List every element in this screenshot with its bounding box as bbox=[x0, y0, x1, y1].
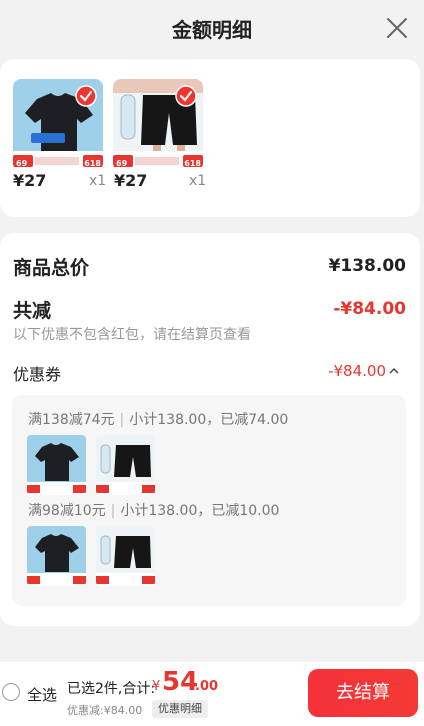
total-amount: 54 bbox=[162, 667, 199, 697]
discount-detail-button[interactable]: 优惠明细 bbox=[152, 700, 208, 718]
badge-sale: 618 bbox=[84, 159, 101, 168]
coupon-rule-row: 满138减74元 | 小计138.00，已减74.00 bbox=[28, 412, 289, 428]
product-qty: x1 bbox=[89, 173, 107, 189]
checkout-button[interactable]: 去结算 bbox=[308, 669, 418, 717]
check-icon bbox=[175, 85, 197, 107]
checkout-bar: 全选 已选2件,合计: ¥ 54 .00 优惠减:¥84.00 优惠明细 去结算 bbox=[0, 662, 424, 726]
discount-hint: 以下优惠不包含红包，请在结算页查看 bbox=[13, 327, 251, 343]
coupon-thumbnail-tshirt bbox=[27, 435, 86, 495]
total-value: ¥138.00 bbox=[328, 256, 406, 276]
total-currency: ¥ bbox=[152, 679, 161, 694]
product-thumbnail-tshirt: 69 618 bbox=[13, 79, 103, 171]
discount-summary: 优惠减:¥84.00 bbox=[67, 704, 143, 717]
coupon-value[interactable]: -¥84.00 bbox=[328, 362, 386, 380]
chevron-up-icon[interactable] bbox=[388, 367, 400, 375]
page-title: 金额明细 bbox=[172, 18, 252, 42]
product-item[interactable]: 69 618 bbox=[113, 79, 203, 171]
product-price: ¥27 bbox=[114, 171, 148, 190]
coupon-thumbnail-shorts bbox=[96, 435, 155, 495]
coupon-subtotal: 小计138.00，已减74.00 bbox=[129, 412, 289, 428]
badge-sale: 618 bbox=[184, 159, 201, 168]
coupon-thumbnail-tshirt bbox=[27, 526, 86, 586]
badge-price: 69 bbox=[16, 159, 28, 168]
modal-header: 金额明细 bbox=[0, 0, 424, 56]
check-icon bbox=[75, 85, 97, 107]
discount-value: -¥84.00 bbox=[333, 299, 406, 319]
coupon-label: 优惠券 bbox=[13, 365, 62, 384]
discount-label: 共减 bbox=[13, 300, 52, 322]
product-item[interactable]: 69 618 bbox=[13, 79, 103, 171]
select-all-label[interactable]: 全选 bbox=[27, 684, 57, 705]
products-card: 69 618 ¥27 x1 69 618 ¥27 x1 bbox=[0, 59, 420, 217]
badge-price: 69 bbox=[116, 159, 128, 168]
coupon-rule: 满98减10元 bbox=[28, 503, 106, 519]
summary-card: 商品总价 ¥138.00 共减 -¥84.00 以下优惠不包含红包，请在结算页查… bbox=[0, 233, 420, 626]
close-icon[interactable] bbox=[386, 17, 408, 39]
coupon-rule-row: 满98减10元 | 小计138.00，已减10.00 bbox=[28, 503, 280, 519]
selected-count: 已选2件,合计: bbox=[67, 681, 156, 697]
product-price: ¥27 bbox=[13, 171, 47, 190]
coupon-detail-box: 满138减74元 | 小计138.00，已减74.00 满98减10元 | 小计138.… bbox=[12, 395, 406, 606]
total-decimal: .00 bbox=[195, 679, 219, 694]
coupon-rule: 满138减74元 bbox=[28, 412, 115, 428]
product-thumbnail-shorts: 69 618 bbox=[113, 79, 203, 171]
total-label: 商品总价 bbox=[13, 257, 90, 279]
coupon-thumbnail-shorts bbox=[96, 526, 155, 586]
coupon-subtotal: 小计138.00，已减10.00 bbox=[120, 503, 280, 519]
select-all-radio[interactable] bbox=[2, 683, 20, 701]
product-qty: x1 bbox=[189, 173, 207, 189]
